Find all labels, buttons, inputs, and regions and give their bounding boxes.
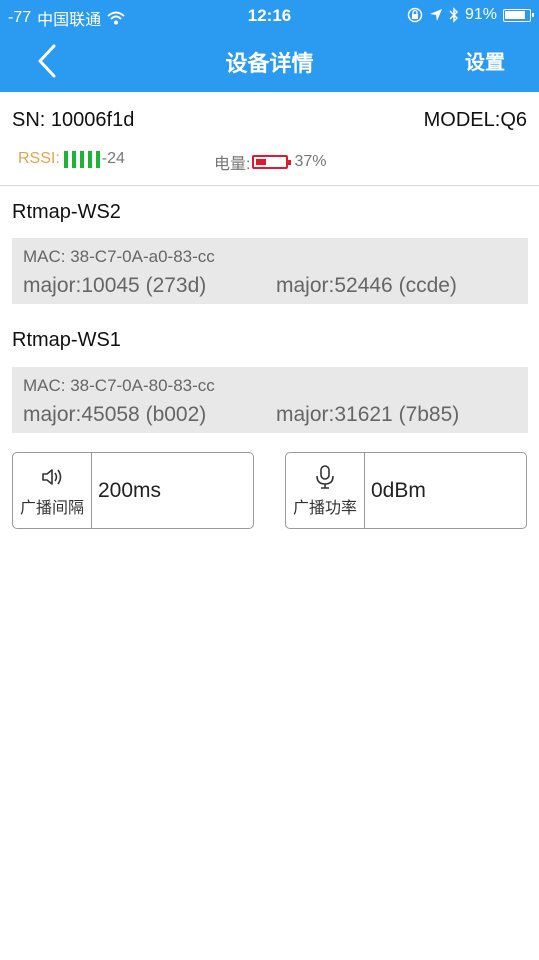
header: -77 中国联通 12:16 91% 设备详情 设置 (0, 0, 539, 92)
beacon-name: Rtmap-WS1 (12, 329, 121, 351)
interval-icon-cell: 广播间隔 (13, 453, 92, 528)
rssi-bar (95, 150, 100, 168)
rssi-label: RSSI: (18, 150, 60, 167)
battery-indicator: 电量: 37% (214, 150, 326, 174)
interval-value[interactable]: 200ms (92, 453, 253, 528)
rssi-bar (71, 150, 76, 168)
beacon-major-1: major:10045 (273d) (23, 274, 207, 297)
rssi-bars (63, 150, 100, 168)
status-right: 91% (407, 6, 534, 24)
nav-bar: 设备详情 设置 (0, 32, 539, 92)
power-caption: 广播功率 (292, 499, 357, 517)
status-bar: -77 中国联通 12:16 91% (0, 0, 539, 32)
broadcast-interval-control[interactable]: 广播间隔 200ms (12, 452, 254, 529)
beacon-major-1: major:45058 (b002) (23, 403, 207, 426)
settings-button[interactable]: 设置 (465, 46, 505, 75)
device-info: SN: 10006f1d MODEL:Q6 RSSI: -24 电量: 37% (0, 92, 539, 186)
speaker-icon (42, 468, 62, 485)
rssi-bar (63, 150, 68, 168)
beacon-card[interactable]: MAC: 38-C7-0A-a0-83-cc major:10045 (273d… (12, 238, 528, 304)
model-label: MODEL:Q6 (423, 109, 527, 131)
beacon-major-2: major:31621 (7b85) (276, 403, 460, 426)
location-arrow-icon (429, 9, 442, 21)
rssi-bar (79, 150, 84, 168)
beacon-mac: MAC: 38-C7-0A-80-83-cc (23, 376, 215, 395)
orientation-lock-icon (407, 7, 423, 23)
power-value[interactable]: 0dBm (365, 453, 526, 528)
bluetooth-icon (449, 7, 459, 23)
rssi-value: -24 (101, 150, 125, 167)
power-icon-cell: 广播功率 (286, 453, 365, 528)
beacon-mac: MAC: 38-C7-0A-a0-83-cc (23, 247, 215, 266)
beacon-major-2: major:52446 (ccde) (276, 274, 457, 297)
battery-level-fill (256, 159, 267, 165)
beacon-name: Rtmap-WS2 (12, 201, 121, 223)
serial-number: SN: 10006f1d (12, 109, 135, 131)
battery-label: 电量: (214, 156, 251, 173)
battery-percent: 91% (464, 6, 497, 23)
battery-fill (505, 10, 525, 19)
beacon-card[interactable]: MAC: 38-C7-0A-80-83-cc major:45058 (b002… (12, 367, 528, 433)
battery-percent: 37% (294, 153, 327, 170)
page-title: 设备详情 (225, 51, 314, 76)
battery-icon (503, 8, 534, 22)
rssi-bar (87, 150, 92, 168)
battery-low-icon (252, 155, 292, 169)
microphone-icon (316, 464, 334, 489)
interval-caption: 广播间隔 (19, 499, 84, 517)
broadcast-power-control[interactable]: 广播功率 0dBm (285, 452, 527, 529)
rssi-indicator: RSSI: -24 (18, 150, 125, 168)
